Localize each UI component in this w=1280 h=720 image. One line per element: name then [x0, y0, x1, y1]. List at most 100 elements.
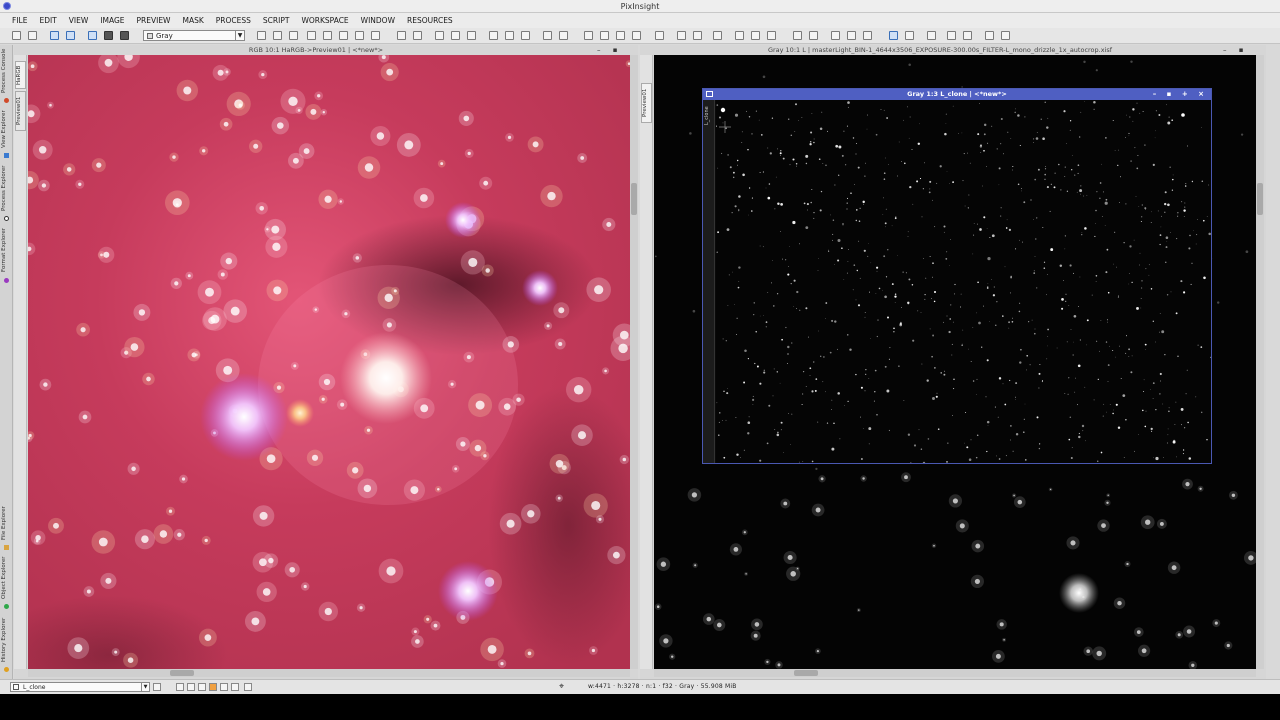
fit-window-icon[interactable]: [543, 31, 552, 40]
settings-icon[interactable]: [1001, 31, 1010, 40]
menu-mask[interactable]: MASK: [176, 13, 209, 28]
stf-toggle-icon[interactable]: [767, 31, 776, 40]
status-bar: L_clone ▼ ⌖ w:4471 · h:3278 · n:1 · f32 …: [0, 679, 1280, 694]
tile-icon[interactable]: [947, 31, 956, 40]
menu-preview[interactable]: PREVIEW: [131, 13, 177, 28]
window-controls[interactable]: – ▪ + ×: [1153, 89, 1208, 100]
new-preview-icon[interactable]: [355, 31, 364, 40]
clone-image-icon[interactable]: [505, 31, 514, 40]
redo-icon[interactable]: [28, 31, 37, 40]
chevron-down-icon: ▼: [141, 683, 149, 691]
boost-icon[interactable]: [751, 31, 760, 40]
monitor-icon[interactable]: [889, 31, 898, 40]
side-tab-format-explorer[interactable]: Format Explorer: [1, 225, 12, 275]
lock-icon[interactable]: [153, 683, 161, 691]
window-controls[interactable]: – ▪ + ×: [1223, 45, 1266, 64]
select-icon[interactable]: [371, 31, 380, 40]
image-window-l-clone[interactable]: Gray 1:3 L_clone | <*new*> – ▪ + × L_clo…: [702, 88, 1212, 464]
menu-image[interactable]: IMAGE: [94, 13, 130, 28]
tab-l-clone[interactable]: L_clone: [704, 103, 714, 129]
print-icon[interactable]: [66, 31, 75, 40]
side-tab-history-explorer[interactable]: History Explorer: [1, 615, 12, 665]
center-icon[interactable]: [323, 31, 332, 40]
track-view-icon[interactable]: [677, 31, 686, 40]
alpha-icon[interactable]: [231, 683, 239, 691]
zoom-mode-icon[interactable]: [273, 31, 282, 40]
view-tab-strip: Preview01: [640, 55, 653, 669]
script-editor-icon[interactable]: [927, 31, 936, 40]
menu-resources[interactable]: RESOURCES: [401, 13, 459, 28]
image-canvas-hargb[interactable]: [28, 55, 630, 669]
zoom-in-icon[interactable]: [397, 31, 406, 40]
dynamic-crop-icon[interactable]: [339, 31, 348, 40]
view-select[interactable]: L_clone ▼: [10, 682, 150, 692]
side-tab-process-explorer[interactable]: Process Explorer: [1, 163, 12, 213]
menu-workspace[interactable]: WORKSPACE: [295, 13, 354, 28]
zoom-1-1-icon[interactable]: [435, 31, 444, 40]
scrollbar-thumb[interactable]: [631, 183, 637, 215]
scrollbar-thumb[interactable]: [794, 670, 818, 676]
scrollbar-thumb[interactable]: [1257, 183, 1263, 215]
mask-show-icon[interactable]: [88, 31, 97, 40]
side-tab-process-console[interactable]: Process Console: [1, 47, 12, 95]
vertical-scrollbar[interactable]: [1256, 55, 1264, 669]
flip-v-icon[interactable]: [632, 31, 641, 40]
scrollbar-thumb[interactable]: [170, 670, 194, 676]
tab-preview01[interactable]: Preview01: [15, 91, 26, 131]
flip-h-icon[interactable]: [616, 31, 625, 40]
horizontal-scrollbar[interactable]: [654, 669, 1256, 677]
color-icon[interactable]: [209, 683, 217, 691]
cascade-icon[interactable]: [963, 31, 972, 40]
tab-hargb[interactable]: HaRGB: [15, 61, 26, 89]
menu-process[interactable]: PROCESS: [210, 13, 257, 28]
undo-icon[interactable]: [12, 31, 21, 40]
window-controls[interactable]: – ▪ + ×: [597, 45, 638, 64]
preview-icon[interactable]: [50, 31, 59, 40]
fit-view-icon[interactable]: [289, 31, 298, 40]
image-canvas-l-clone[interactable]: [716, 100, 1211, 463]
maximize-icon[interactable]: [559, 31, 568, 40]
extra-icon[interactable]: [244, 683, 252, 691]
explorer-1-icon[interactable]: [793, 31, 802, 40]
link-channels-icon[interactable]: [735, 31, 744, 40]
mask-enable-icon[interactable]: [120, 31, 129, 40]
menu-edit[interactable]: EDIT: [33, 13, 62, 28]
zoom-fit-icon[interactable]: [451, 31, 460, 40]
subwindow-titlebar[interactable]: Gray 1:3 L_clone | <*new*> – ▪ + ×: [703, 89, 1211, 100]
new-image-icon[interactable]: [489, 31, 498, 40]
tab-preview01[interactable]: Preview01: [641, 83, 652, 123]
menu-script[interactable]: SCRIPT: [257, 13, 296, 28]
stf-icon[interactable]: [655, 31, 664, 40]
rotate-left-icon[interactable]: [584, 31, 593, 40]
explorer-4-icon[interactable]: [847, 31, 856, 40]
menu-window[interactable]: WINDOW: [355, 13, 401, 28]
camera-icon[interactable]: [985, 31, 994, 40]
explorer-3-icon[interactable]: [831, 31, 840, 40]
side-tab-view-explorer[interactable]: View Explorer: [1, 107, 12, 151]
rotate-right-icon[interactable]: [600, 31, 609, 40]
mask-icon[interactable]: [176, 683, 184, 691]
reset-stf-icon[interactable]: [713, 31, 722, 40]
image-window-hargb[interactable]: RGB 10:1 HaRGB->Preview01 | <*new*> – ▪ …: [14, 45, 638, 679]
side-tab-object-explorer[interactable]: Object Explorer: [1, 555, 12, 601]
explorer-2-icon[interactable]: [809, 31, 818, 40]
window-icon[interactable]: [905, 31, 914, 40]
side-tab-file-explorer[interactable]: File Explorer: [1, 503, 12, 543]
mask-invert-icon[interactable]: [104, 31, 113, 40]
vertical-scrollbar[interactable]: [630, 55, 638, 669]
channel-select[interactable]: Gray ▼: [143, 30, 245, 41]
auto-stretch-icon[interactable]: [693, 31, 702, 40]
duplicate-icon[interactable]: [521, 31, 530, 40]
zoom-out-icon[interactable]: [413, 31, 422, 40]
explorer-5-icon[interactable]: [863, 31, 872, 40]
rgb-icon[interactable]: [198, 683, 206, 691]
readout-mode-icon[interactable]: [257, 31, 266, 40]
channel-icon[interactable]: [220, 683, 228, 691]
zoom-custom-icon[interactable]: [467, 31, 476, 40]
menu-bar: FILE EDIT VIEW IMAGE PREVIEW MASK PROCES…: [0, 13, 1280, 28]
mask-visible-icon[interactable]: [187, 683, 195, 691]
horizontal-scrollbar[interactable]: [28, 669, 630, 677]
menu-file[interactable]: FILE: [6, 13, 33, 28]
menu-view[interactable]: VIEW: [63, 13, 95, 28]
pan-mode-icon[interactable]: [307, 31, 316, 40]
